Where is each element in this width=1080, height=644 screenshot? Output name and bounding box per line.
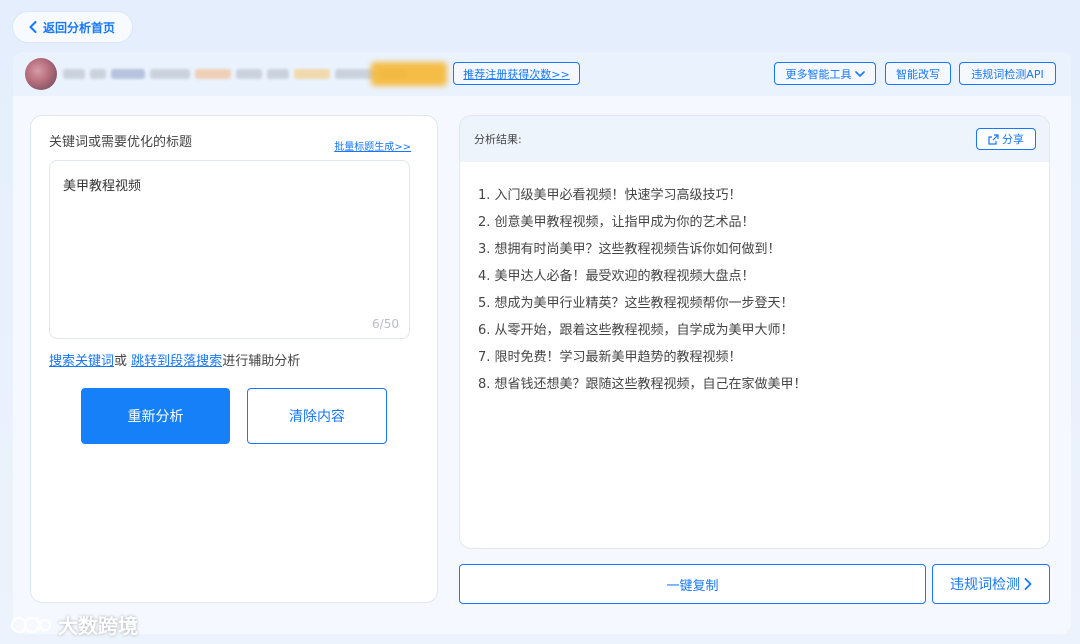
reanalyze-button[interactable]: 重新分析 bbox=[81, 388, 230, 444]
list-item: 8. 想省钱还想美？跟随这些教程视频，自己在家做美甲！ bbox=[478, 377, 807, 392]
back-button-label: 返回分析首页 bbox=[43, 20, 116, 35]
list-item: 4. 美甲达人必备！最受欢迎的教程视频大盘点！ bbox=[478, 269, 755, 284]
share-icon bbox=[988, 133, 999, 145]
hint-or: 或 bbox=[114, 354, 128, 369]
clear-button[interactable]: 清除内容 bbox=[247, 388, 387, 444]
paragraph-search-link[interactable]: 跳转到段落搜索 bbox=[131, 354, 222, 369]
char-counter: 6/50 bbox=[372, 317, 399, 331]
keyword-input[interactable] bbox=[49, 160, 410, 339]
list-item: 6. 从零开始，跟着这些教程视频，自学成为美甲大师！ bbox=[478, 323, 794, 338]
watermark: 大数跨境 bbox=[10, 610, 138, 639]
chevron-right-icon bbox=[1024, 578, 1032, 590]
user-bar: 推荐注册获得次数>> 更多智能工具 智能改写 违规词检测API bbox=[13, 52, 1071, 96]
list-item: 7. 限时免费！学习最新美甲趋势的教程视频！ bbox=[478, 350, 742, 365]
chevron-down-icon bbox=[854, 70, 865, 77]
list-item: 2. 创意美甲教程视频，让指甲成为你的艺术品！ bbox=[478, 215, 755, 230]
share-label: 分享 bbox=[1002, 133, 1024, 146]
input-panel: 关键词或需要优化的标题 批量标题生成>> 6/50 搜索关键词或 跳转到段落搜索… bbox=[30, 115, 438, 603]
list-item: 5. 想成为美甲行业精英？这些教程视频帮你一步登天！ bbox=[478, 296, 794, 311]
watermark-text: 大数跨境 bbox=[58, 614, 138, 638]
more-tools-dropdown[interactable]: 更多智能工具 bbox=[774, 62, 876, 85]
list-item: 3. 想拥有时尚美甲？这些教程视频告诉你如何做到！ bbox=[478, 242, 781, 257]
violation-check-button[interactable]: 违规词检测 bbox=[932, 564, 1050, 604]
assist-hint: 搜索关键词或 跳转到段落搜索进行辅助分析 bbox=[49, 350, 300, 369]
share-button[interactable]: 分享 bbox=[976, 128, 1036, 150]
register-reward-link[interactable]: 推荐注册获得次数>> bbox=[453, 62, 580, 85]
blurred-badge bbox=[371, 62, 447, 86]
smart-rewrite-button[interactable]: 智能改写 bbox=[885, 62, 951, 85]
result-panel: 分析结果: 分享 1. 入门级美甲必看视频！快速学习高级技巧！ 2. 创意美甲教… bbox=[459, 115, 1050, 549]
chevron-left-icon bbox=[29, 21, 37, 33]
violation-check-label: 违规词检测 bbox=[950, 577, 1020, 593]
result-header: 分析结果: 分享 bbox=[460, 116, 1049, 162]
list-item: 1. 入门级美甲必看视频！快速学习高级技巧！ bbox=[478, 188, 742, 203]
copy-all-button[interactable]: 一键复制 bbox=[459, 564, 926, 604]
input-label: 关键词或需要优化的标题 bbox=[49, 135, 193, 150]
back-to-home-button[interactable]: 返回分析首页 bbox=[12, 11, 133, 43]
more-tools-label: 更多智能工具 bbox=[785, 67, 852, 81]
result-list: 1. 入门级美甲必看视频！快速学习高级技巧！ 2. 创意美甲教程视频，让指甲成为… bbox=[460, 162, 1049, 398]
watermark-logo-icon bbox=[10, 616, 52, 633]
hint-rest: 进行辅助分析 bbox=[222, 354, 301, 369]
search-keyword-link[interactable]: 搜索关键词 bbox=[49, 354, 114, 369]
avatar bbox=[25, 58, 57, 90]
result-title: 分析结果: bbox=[474, 133, 522, 146]
violation-api-button[interactable]: 违规词检测API bbox=[959, 62, 1056, 85]
batch-title-link[interactable]: 批量标题生成>> bbox=[334, 138, 411, 153]
